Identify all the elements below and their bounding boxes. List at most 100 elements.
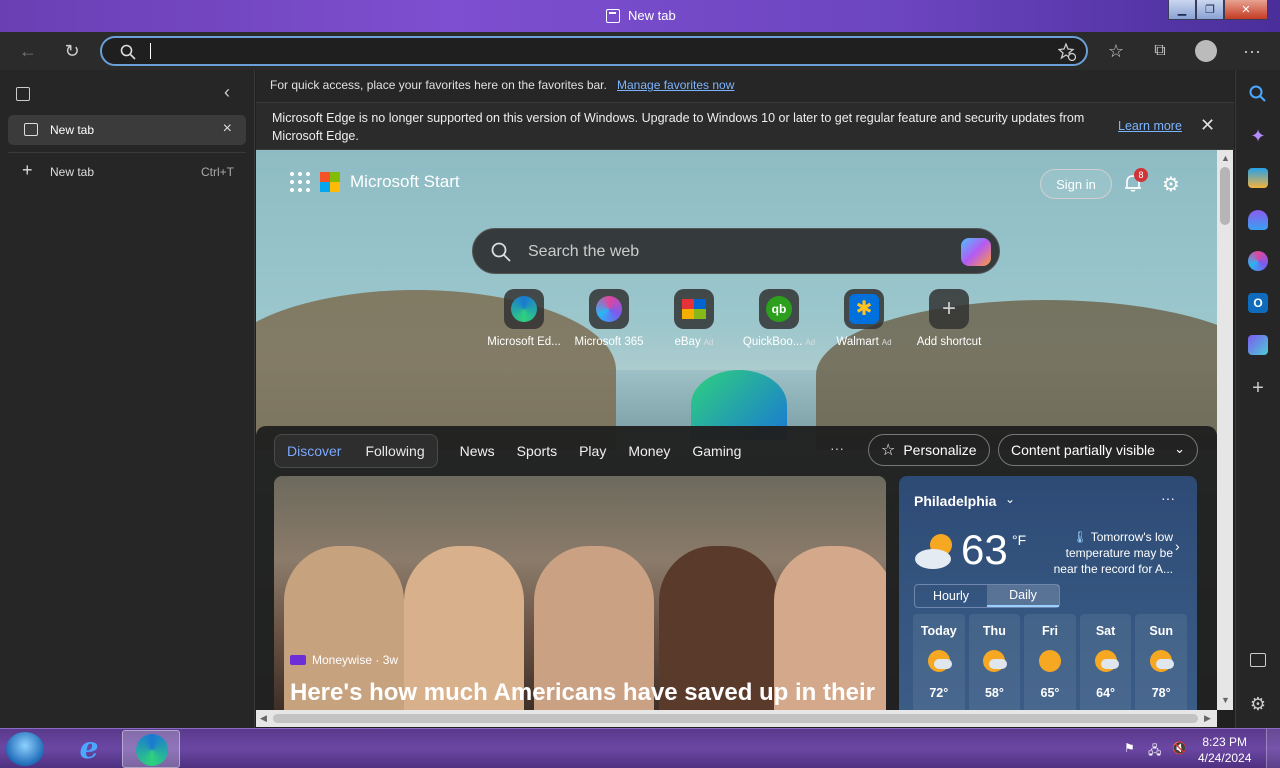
personalize-button[interactable]: ☆ Personalize (868, 434, 990, 466)
scrollbar-thumb[interactable] (1220, 167, 1230, 225)
vertical-tab-new-tab[interactable]: New tab × (8, 115, 246, 145)
maximize-button[interactable]: ❐ (1196, 0, 1224, 20)
hourly-toggle[interactable]: Hourly (915, 585, 987, 607)
tab-following[interactable]: Following (365, 443, 424, 459)
vertical-scrollbar[interactable]: ▲ ▼ (1217, 150, 1233, 710)
clock-time: 8:23 PM (1202, 735, 1248, 749)
search-icon (120, 44, 136, 60)
weather-city[interactable]: Philadelphia (914, 493, 996, 509)
chevron-down-icon[interactable]: ⌄ (1005, 492, 1015, 506)
day-high: 58° (984, 686, 1004, 700)
shortcut-label: eBay (674, 336, 701, 348)
temperature-unit[interactable]: °F (1012, 532, 1026, 548)
daily-toggle[interactable]: Daily (987, 585, 1059, 607)
hide-sidebar-icon[interactable] (1250, 653, 1266, 667)
scrollbar-thumb[interactable] (273, 714, 1198, 723)
weather-more-icon[interactable]: ··· (1161, 490, 1175, 506)
ad-label: Ad (703, 338, 714, 347)
scroll-right-icon[interactable]: ▶ (1204, 713, 1211, 724)
network-icon[interactable]: 🖧 (1148, 741, 1162, 757)
shortcut-quickbooks[interactable]: qb QuickBoo... Ad (739, 289, 819, 348)
shopping-icon[interactable] (1248, 168, 1268, 188)
weather-card[interactable]: Philadelphia ⌄ ··· 63 °F 🌡 Tomorrow's lo… (899, 476, 1197, 710)
copilot-sparkle-icon[interactable]: ✦ (1248, 126, 1268, 146)
system-clock[interactable]: 8:23 PM 4/24/2024 (1198, 734, 1251, 766)
day-name: Fri (1041, 624, 1058, 638)
more-categories-icon[interactable]: ··· (830, 440, 844, 456)
content-visibility-dropdown[interactable]: Content partially visible ⌄ (998, 434, 1198, 466)
close-window-button[interactable]: ✕ (1224, 0, 1268, 20)
favorites-icon[interactable]: ☆ (1102, 37, 1130, 65)
notification-badge: 8 (1134, 168, 1148, 182)
divider (8, 152, 246, 153)
chevron-right-icon[interactable]: › (1175, 538, 1180, 554)
new-tab-button[interactable]: + New tab Ctrl+T (20, 160, 238, 183)
designer-icon[interactable] (1248, 335, 1268, 355)
sidebar-settings-gear-icon[interactable]: ⚙ (1248, 694, 1268, 714)
quickbooks-icon: qb (759, 289, 799, 329)
sign-in-button[interactable]: Sign in (1040, 169, 1112, 199)
horizontal-scrollbar[interactable]: ◀ ▶ (256, 710, 1217, 727)
hero-article-card[interactable]: Moneywise · 3w Here's how much Americans… (274, 476, 886, 710)
edge-sidebar: ✦ O + ⚙ (1235, 70, 1280, 728)
close-tab-icon[interactable]: × (223, 120, 232, 138)
forecast-day[interactable]: Today 72° (913, 614, 965, 710)
volume-muted-icon[interactable]: 🔇 (1172, 741, 1187, 755)
forecast-day[interactable]: Thu 58° (968, 614, 1021, 710)
shortcut-microsoft-365[interactable]: Microsoft 365 (569, 289, 649, 348)
shortcut-ebay[interactable]: eBay Ad (654, 289, 734, 348)
add-shortcut-button[interactable]: + Add shortcut (909, 289, 989, 348)
tab-discover[interactable]: Discover (287, 443, 341, 459)
scroll-up-icon[interactable]: ▲ (1221, 153, 1230, 163)
day-name: Today (920, 624, 957, 638)
learn-more-link[interactable]: Learn more (1118, 119, 1182, 133)
shortcut-microsoft-edge[interactable]: Microsoft Ed... (484, 289, 564, 348)
forecast-day[interactable]: Sun 78° (1135, 614, 1187, 710)
shortcut-walmart[interactable]: ✱ Walmart Ad (824, 289, 904, 348)
nav-play[interactable]: Play (579, 443, 606, 459)
show-desktop-button[interactable] (1266, 729, 1280, 768)
tab-actions-icon[interactable] (16, 87, 30, 101)
nav-news[interactable]: News (460, 443, 495, 459)
manage-favorites-link[interactable]: Manage favorites now (617, 78, 734, 92)
brand-name[interactable]: Microsoft Start (350, 172, 460, 192)
microsoft-365-icon[interactable] (1248, 251, 1268, 271)
internet-explorer-icon[interactable]: e (70, 731, 108, 767)
nav-money[interactable]: Money (628, 443, 670, 459)
action-center-flag-icon[interactable]: ⚑ (1124, 741, 1138, 755)
collapse-pane-icon[interactable]: ‹ (224, 82, 230, 103)
new-tab-page: Microsoft Start Sign in 8 ⚙ Search the w… (256, 150, 1217, 710)
more-options-icon[interactable]: ··· (1238, 37, 1266, 65)
profile-avatar[interactable] (1192, 37, 1220, 65)
back-button[interactable]: ← (14, 37, 42, 65)
settings-gear-icon[interactable]: ⚙ (1162, 172, 1184, 196)
search-icon[interactable] (1248, 84, 1268, 104)
scroll-down-icon[interactable]: ▼ (1221, 695, 1230, 705)
sunny-icon (1038, 650, 1061, 672)
collections-icon[interactable]: ⧉ (1146, 37, 1174, 65)
app-launcher-icon[interactable] (290, 172, 310, 192)
taskbar-edge-button[interactable] (122, 730, 180, 768)
games-icon[interactable] (1248, 210, 1268, 230)
scroll-left-icon[interactable]: ◀ (260, 713, 267, 724)
day-high: 65° (1040, 686, 1060, 700)
dismiss-infobar-icon[interactable]: ✕ (1200, 115, 1215, 136)
copilot-icon[interactable] (961, 238, 991, 266)
shortcut-label: Add shortcut (916, 336, 982, 348)
forecast-day[interactable]: Sat 64° (1079, 614, 1132, 710)
start-button-windows-icon[interactable] (6, 732, 44, 766)
nav-sports[interactable]: Sports (517, 443, 557, 459)
web-search-box[interactable]: Search the web (472, 228, 1000, 274)
shortcut-label: Microsoft Ed... (487, 336, 561, 348)
article-headline[interactable]: Here's how much Americans have saved up … (290, 679, 875, 707)
forecast-day[interactable]: Fri 65° (1024, 614, 1076, 710)
outlook-icon[interactable]: O (1248, 293, 1268, 313)
refresh-button[interactable]: ↻ (58, 37, 86, 65)
address-input[interactable] (150, 41, 1030, 61)
minimize-button[interactable]: ▁ (1168, 0, 1196, 20)
nav-gaming[interactable]: Gaming (692, 443, 741, 459)
address-bar[interactable] (100, 36, 1088, 66)
weather-alert[interactable]: 🌡 Tomorrow's low temperature may be near… (1041, 529, 1173, 577)
add-app-icon[interactable]: + (1248, 378, 1268, 398)
add-favorite-icon[interactable] (1058, 43, 1076, 61)
